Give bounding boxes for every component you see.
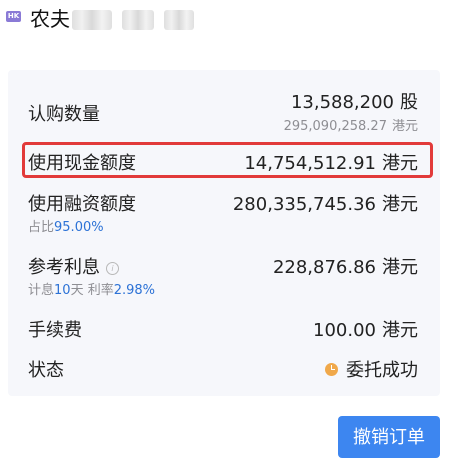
stock-name: 农夫 [30,7,70,31]
financing-amount-value: 280,335,745.36 港元 [232,194,418,215]
cash-amount-label: 使用现金额度 [28,153,136,174]
order-details-card: 认购数量 13,588,200 股 295,090,258.27 港元 使用现金额度… [8,70,440,396]
subscribe-amount-value: 295,090,258.27 港元 [283,119,418,134]
financing-amount-label: 使用融资额度 [28,194,136,215]
financing-ratio: 占比95.00% [28,220,104,235]
subscribe-qty-label: 认购数量 [28,104,100,125]
status-value: 委托成功 [325,356,418,382]
market-badge: HK [6,11,21,22]
status-label: 状态 [28,360,64,381]
subscribe-qty-value: 13,588,200 股 [290,92,418,113]
cash-amount-value: 14,754,512.91 港元 [244,153,418,174]
info-icon[interactable]: i [106,261,119,275]
redacted-name-part [164,10,194,30]
order-header: HK 农夫 [6,6,446,32]
cancel-order-button[interactable]: 撤销订单 [338,416,440,458]
redacted-name-part [72,10,112,30]
interest-terms: 计息10天 利率2.98% [28,283,156,298]
interest-label: 参考利息 i [28,253,119,279]
fee-label: 手续费 [28,320,82,341]
redacted-name-part [122,10,154,30]
fee-value: 100.00 港元 [313,320,418,341]
interest-value: 228,876.86 港元 [272,257,418,278]
clock-icon [325,362,338,376]
